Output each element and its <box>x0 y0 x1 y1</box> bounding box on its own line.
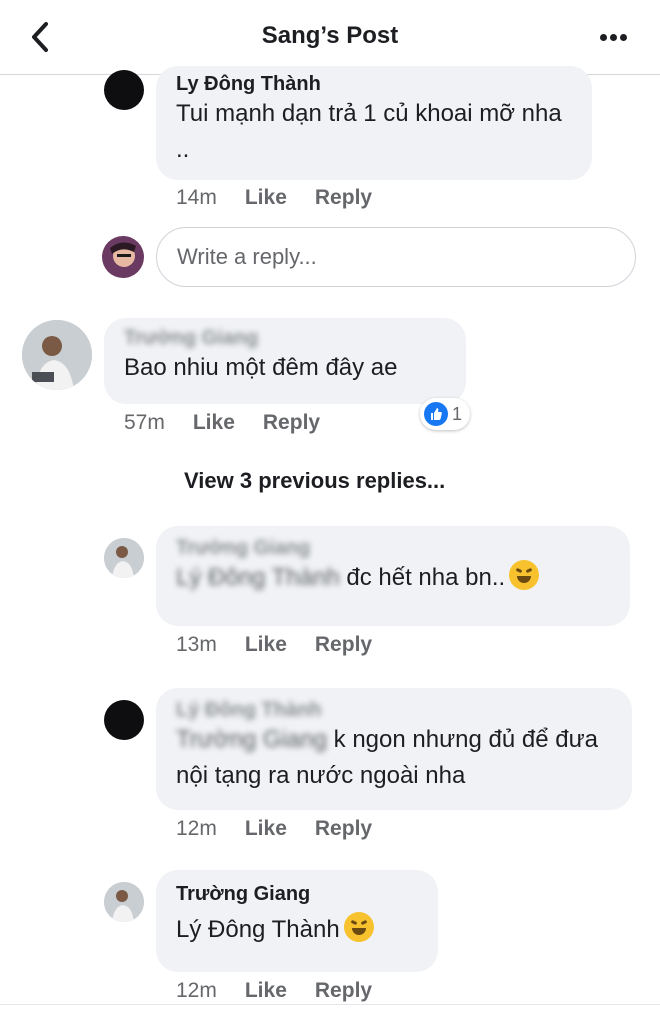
comment-text: Trường Giang k ngon nhưng đủ để đưa nội … <box>176 726 598 789</box>
reply-button[interactable]: Reply <box>315 979 372 1002</box>
comment-actions: 57m Like Reply <box>124 411 320 435</box>
mention-tag[interactable]: Trường Giang <box>176 726 327 753</box>
avatar[interactable] <box>104 538 144 578</box>
avatar[interactable] <box>22 320 92 390</box>
profile-photo-icon <box>104 538 144 578</box>
comment-author[interactable]: Trường Giang <box>176 536 610 560</box>
comment-bubble: Trường Giang Lý Đông Thành đc hết nha bn… <box>156 526 630 626</box>
thumbs-up-icon <box>424 402 448 426</box>
comment-text: Tui mạnh dạn trả 1 củ khoai mỡ nha .. <box>176 100 562 163</box>
more-options-button[interactable] <box>600 28 636 44</box>
comment-text: Lý Đông Thành đc hết nha bn.. <box>176 560 610 596</box>
comment-author[interactable]: Trường Giang <box>124 326 446 350</box>
reply-button[interactable]: Reply <box>315 186 372 209</box>
avatar[interactable] <box>104 70 144 110</box>
comment-time: 14m <box>176 186 217 209</box>
avatar[interactable] <box>104 700 144 740</box>
like-button[interactable]: Like <box>193 411 235 434</box>
comment-time: 12m <box>176 979 217 1002</box>
profile-photo-icon <box>110 242 136 267</box>
reply-input[interactable] <box>156 227 636 287</box>
comment-author[interactable]: Ly Đông Thành <box>176 72 572 96</box>
page-title: Sang’s Post <box>261 22 399 49</box>
profile-photo-icon <box>22 320 92 390</box>
like-button[interactable]: Like <box>245 186 287 209</box>
view-previous-replies-link[interactable]: View 3 previous replies... <box>184 468 445 494</box>
comment-bubble: Trường Giang Lý Đông Thành <box>156 870 438 972</box>
comment-actions: 12m Like Reply <box>176 817 372 841</box>
laughing-emoji-icon <box>343 912 374 942</box>
more-dots-icon <box>600 34 607 41</box>
comment-time: 12m <box>176 817 217 840</box>
comment-bubble: Ly Đông Thành Tui mạnh dạn trả 1 củ khoa… <box>156 66 592 180</box>
comment-bubble: Lý Đông Thành Trường Giang k ngon nhưng … <box>156 688 632 810</box>
comment-text: Lý Đông Thành <box>176 912 418 948</box>
comment-time: 13m <box>176 633 217 656</box>
comment-author[interactable]: Lý Đông Thành <box>176 698 612 722</box>
comment-author[interactable]: Trường Giang <box>176 882 418 906</box>
comment-time: 57m <box>124 411 165 434</box>
avatar[interactable] <box>104 882 144 922</box>
reply-button[interactable]: Reply <box>263 411 320 434</box>
reply-button[interactable]: Reply <box>315 633 372 656</box>
comment-actions: 14m Like Reply <box>176 186 372 210</box>
comment-text: Bao nhiu một đêm đây ae <box>124 354 398 381</box>
like-button[interactable]: Like <box>245 633 287 656</box>
laughing-emoji-icon <box>509 560 540 590</box>
profile-photo-icon <box>104 882 144 922</box>
comment-actions: 12m Like Reply <box>176 979 372 1003</box>
reaction-count: 1 <box>452 403 463 424</box>
comment-bubble: Trường Giang Bao nhiu một đêm đây ae <box>104 318 466 404</box>
like-button[interactable]: Like <box>245 979 287 1002</box>
my-avatar <box>102 236 144 278</box>
like-button[interactable]: Like <box>245 817 287 840</box>
divider <box>0 1004 660 1005</box>
reply-button[interactable]: Reply <box>315 817 372 840</box>
reaction-badge[interactable]: 1 <box>420 398 471 430</box>
mention-tag[interactable]: Lý Đông Thành <box>176 564 340 591</box>
comment-actions: 13m Like Reply <box>176 633 372 657</box>
top-bar: Sang’s Post <box>0 0 660 75</box>
